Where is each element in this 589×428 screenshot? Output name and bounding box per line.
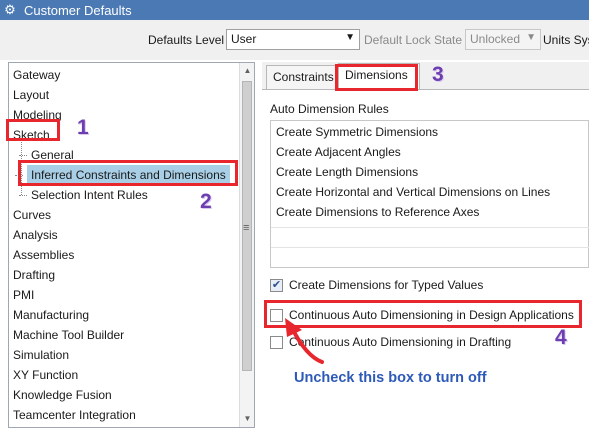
gear-icon: ⚙ xyxy=(4,2,16,17)
scroll-up-icon[interactable]: ▲ xyxy=(240,63,254,79)
category-tree: Gateway Layout Modeling Sketch General I… xyxy=(8,62,255,428)
tab-constraints[interactable]: Constraints xyxy=(266,65,336,89)
tree-item-xy-function[interactable]: XY Function xyxy=(13,365,78,385)
tree-item-modeling[interactable]: Modeling xyxy=(13,105,62,125)
tree-item-manufacturing[interactable]: Manufacturing xyxy=(13,305,89,325)
tree-item-knowledge-fusion[interactable]: Knowledge Fusion xyxy=(13,385,112,405)
lock-state-label: Default Lock State xyxy=(364,33,463,47)
tree-item-machine-tool-builder[interactable]: Machine Tool Builder xyxy=(13,325,124,345)
list-item[interactable]: Create Adjacent Angles xyxy=(276,142,401,162)
option-typed-values[interactable]: ✔ Create Dimensions for Typed Values xyxy=(270,276,483,294)
option-continuous-design[interactable]: Continuous Auto Dimensioning in Design A… xyxy=(270,306,574,324)
list-item[interactable]: Create Dimensions to Reference Axes xyxy=(276,202,479,222)
tree-guide-line xyxy=(21,139,22,195)
step-number-2: 2 xyxy=(200,190,212,213)
list-divider xyxy=(271,247,589,248)
option-continuous-drafting[interactable]: Continuous Auto Dimensioning in Drafting xyxy=(270,333,511,351)
checkbox-continuous-drafting[interactable] xyxy=(270,335,283,349)
auto-dimension-rules-title: Auto Dimension Rules xyxy=(270,102,389,116)
chevron-down-icon: ▼ xyxy=(345,32,355,43)
lock-state-value: Unlocked xyxy=(470,32,521,46)
list-item[interactable]: Create Symmetric Dimensions xyxy=(276,122,438,142)
defaults-level-value: User xyxy=(231,32,257,46)
defaults-level-select[interactable]: User ▼ xyxy=(226,29,360,50)
tree-item-sketch[interactable]: Sketch xyxy=(13,125,50,145)
tree-item-pmi[interactable]: PMI xyxy=(13,285,34,305)
units-system-label: Units Sys xyxy=(543,33,589,47)
tree-item-selection-intent-rules[interactable]: Selection Intent Rules xyxy=(19,185,148,205)
toolbar: Defaults Level User ▼ Default Lock State… xyxy=(0,20,589,60)
list-item[interactable]: Create Length Dimensions xyxy=(276,162,418,182)
tree-item-gateway[interactable]: Gateway xyxy=(13,65,60,85)
title-bar: ⚙ Customer Defaults xyxy=(0,0,589,20)
tree-item-teamcenter-integration[interactable]: Teamcenter Integration xyxy=(13,405,136,425)
defaults-level-label: Defaults Level xyxy=(148,33,225,47)
step-number-4: 4 xyxy=(555,326,567,349)
tree-item-curves[interactable]: Curves xyxy=(13,205,51,225)
tree-item-simulation[interactable]: Simulation xyxy=(13,345,69,365)
chevron-down-icon: ▼ xyxy=(526,32,536,43)
tree-item-layout[interactable]: Layout xyxy=(13,85,49,105)
tab-dimensions[interactable]: Dimensions xyxy=(338,63,420,89)
scroll-down-icon[interactable]: ▼ xyxy=(240,411,254,427)
auto-dimension-rules-list: Create Symmetric Dimensions Create Adjac… xyxy=(270,120,589,268)
lock-state-select: Unlocked ▼ xyxy=(465,29,541,50)
tree-item-general[interactable]: General xyxy=(19,145,74,165)
tree-scrollbar[interactable]: ▲ ▼ xyxy=(239,63,254,427)
step-number-3: 3 xyxy=(432,63,444,86)
callout-text: Uncheck this box to turn off xyxy=(294,370,487,386)
tree-item-drafting[interactable]: Drafting xyxy=(13,265,55,285)
tree-item-inferred-constraints[interactable]: Inferred Constraints and Dimensions xyxy=(15,165,230,185)
list-divider xyxy=(271,227,589,228)
tree-item-assemblies[interactable]: Assemblies xyxy=(13,245,74,265)
option-typed-values-label: Create Dimensions for Typed Values xyxy=(289,278,484,292)
option-continuous-drafting-label: Continuous Auto Dimensioning in Drafting xyxy=(289,335,512,349)
window-title: Customer Defaults xyxy=(24,2,132,18)
tree-item-analysis[interactable]: Analysis xyxy=(13,225,58,245)
panel-splitter-handle[interactable]: ≡ xyxy=(243,222,249,234)
step-number-1: 1 xyxy=(77,116,89,139)
checkbox-continuous-design[interactable] xyxy=(270,308,283,322)
option-continuous-design-label: Continuous Auto Dimensioning in Design A… xyxy=(289,308,574,322)
checkbox-typed-values[interactable]: ✔ xyxy=(270,278,283,292)
list-item[interactable]: Create Horizontal and Vertical Dimension… xyxy=(276,182,550,202)
